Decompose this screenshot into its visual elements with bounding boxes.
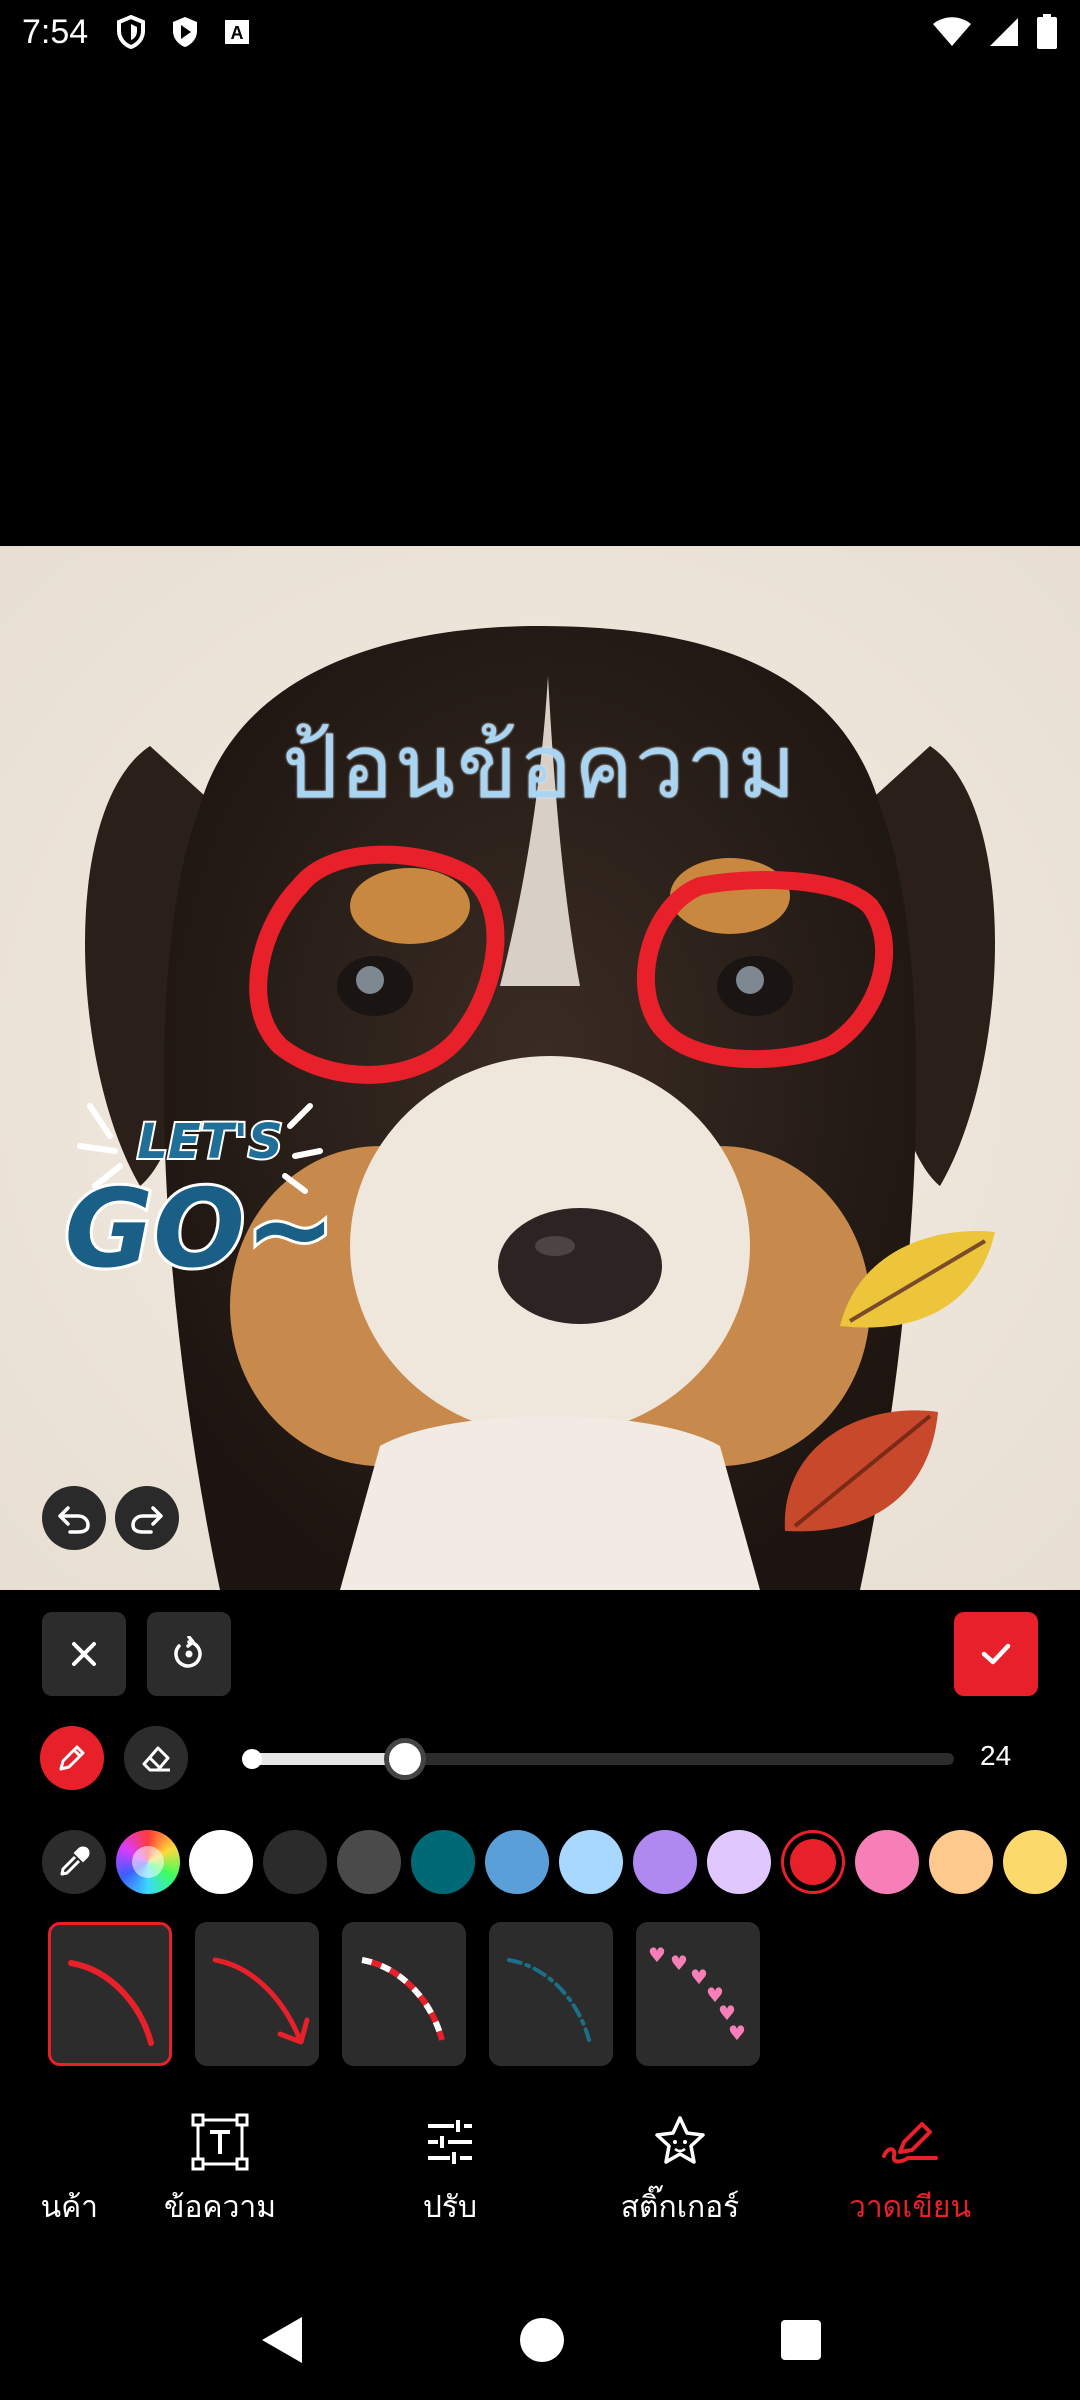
nav-text-label: ข้อความ bbox=[163, 2190, 277, 2225]
eraser-mode-button[interactable] bbox=[124, 1726, 188, 1790]
brush-style-arrow[interactable] bbox=[195, 1922, 319, 2066]
svg-text:GO~: GO~ bbox=[65, 1167, 336, 1292]
system-navigation bbox=[0, 2280, 1080, 2400]
signal-icon bbox=[990, 18, 1018, 46]
svg-text:♥: ♥ bbox=[648, 1943, 666, 1967]
nav-product[interactable]: นค้า bbox=[0, 2100, 120, 2240]
nav-product-label: นค้า bbox=[40, 2190, 98, 2225]
color-swatch[interactable] bbox=[1003, 1830, 1067, 1894]
wifi-icon bbox=[933, 17, 971, 46]
pen-mode-button[interactable] bbox=[40, 1726, 104, 1790]
color-swatch[interactable] bbox=[633, 1830, 697, 1894]
dashed-red-white-icon bbox=[361, 1957, 445, 2041]
color-swatch[interactable] bbox=[707, 1830, 771, 1894]
color-swatch[interactable] bbox=[559, 1830, 623, 1894]
brush-size-slider-start bbox=[242, 1749, 262, 1769]
color-swatch[interactable] bbox=[929, 1830, 993, 1894]
nav-text[interactable]: ข้อความ bbox=[120, 2100, 320, 2240]
brush-style-dashed[interactable] bbox=[342, 1922, 466, 2066]
back-icon[interactable] bbox=[258, 2315, 304, 2365]
eraser-icon bbox=[142, 1746, 170, 1772]
undo-button[interactable] bbox=[42, 1486, 106, 1550]
close-button[interactable] bbox=[42, 1612, 126, 1696]
photo-canvas[interactable]: LET'S GO~ ป้อนข้อความ bbox=[0, 546, 1080, 1590]
nav-adjust-label: ปรับ bbox=[422, 2190, 478, 2225]
font-icon: A bbox=[225, 20, 250, 44]
color-swatch[interactable] bbox=[855, 1830, 919, 1894]
reset-button[interactable] bbox=[147, 1612, 231, 1696]
status-time: 7:54 bbox=[22, 12, 89, 51]
svg-text:♥: ♥ bbox=[670, 1951, 688, 1975]
product-icon bbox=[0, 2112, 50, 2172]
nav-draw[interactable]: วาดเขียน bbox=[810, 2100, 1010, 2240]
brush-size-value: 24 bbox=[980, 1740, 1012, 1771]
play-store-icon bbox=[173, 17, 198, 47]
status-bar: 7:54 A bbox=[0, 0, 1080, 64]
svg-text:♥: ♥ bbox=[728, 2021, 746, 2045]
color-swatch[interactable] bbox=[411, 1830, 475, 1894]
redo-icon bbox=[131, 1506, 163, 1534]
draw-icon bbox=[882, 2122, 938, 2164]
nav-sticker[interactable]: สติ๊กเกอร์ bbox=[580, 2100, 780, 2240]
nav-adjust[interactable]: ปรับ bbox=[350, 2100, 550, 2240]
eyedropper-icon bbox=[60, 1846, 90, 1876]
hearts-icon: ♥ ♥♥ ♥♥♥ bbox=[648, 1943, 746, 2045]
svg-text:A: A bbox=[231, 23, 244, 43]
battery-icon bbox=[1037, 14, 1057, 49]
nav-draw-label: วาดเขียน bbox=[848, 2190, 972, 2225]
recents-icon[interactable] bbox=[780, 2319, 822, 2361]
color-swatch[interactable] bbox=[189, 1830, 253, 1894]
svg-text:LET'S: LET'S bbox=[137, 1114, 282, 1170]
undo-icon bbox=[58, 1506, 90, 1534]
adjust-icon bbox=[428, 2120, 472, 2164]
color-wheel-button[interactable] bbox=[116, 1830, 180, 1894]
dash-dot-teal-icon bbox=[507, 1958, 591, 2042]
solid-curve-icon bbox=[68, 1960, 154, 2046]
text-icon bbox=[191, 2113, 249, 2171]
color-swatch[interactable] bbox=[263, 1830, 327, 1894]
close-icon bbox=[72, 1642, 96, 1666]
brush-style-dash-dot[interactable] bbox=[489, 1922, 613, 2066]
color-swatch[interactable] bbox=[485, 1830, 549, 1894]
home-icon[interactable] bbox=[519, 2317, 565, 2363]
check-icon bbox=[981, 1643, 1011, 1665]
reset-icon bbox=[174, 1636, 202, 1668]
eyedropper-button[interactable] bbox=[42, 1830, 106, 1894]
confirm-button[interactable] bbox=[954, 1612, 1038, 1696]
redo-button[interactable] bbox=[115, 1486, 179, 1550]
sticker-icon bbox=[655, 2116, 705, 2164]
brush-size-slider-fill bbox=[250, 1753, 405, 1765]
color-swatch[interactable] bbox=[784, 1833, 842, 1891]
brush-size-slider-thumb[interactable] bbox=[383, 1738, 426, 1780]
brush-style-hearts[interactable]: ♥ ♥ ♥ ♥ ♥ ♥ bbox=[636, 1922, 760, 2066]
shield-icon bbox=[117, 15, 146, 49]
arrow-curve-icon bbox=[212, 1957, 310, 2045]
overlay-text[interactable]: ป้อนข้อความ bbox=[0, 696, 1080, 836]
color-wheel-icon bbox=[132, 1846, 164, 1878]
nav-sticker-label: สติ๊กเกอร์ bbox=[620, 2190, 740, 2225]
brush-style-solid[interactable] bbox=[48, 1922, 172, 2066]
pen-icon bbox=[59, 1745, 85, 1771]
color-swatch[interactable] bbox=[337, 1830, 401, 1894]
